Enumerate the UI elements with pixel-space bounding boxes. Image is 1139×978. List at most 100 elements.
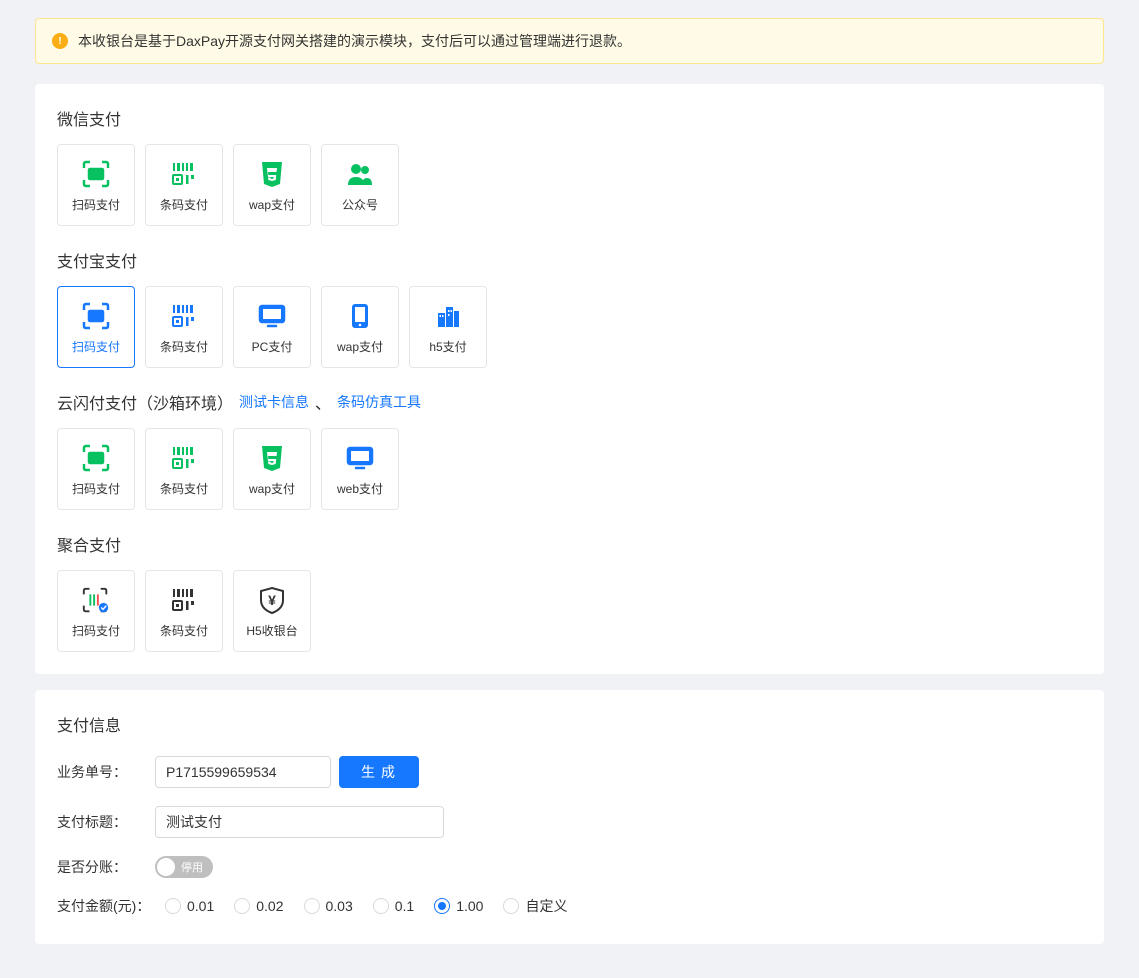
monitor-icon — [257, 301, 287, 331]
payment-info-card: 支付信息 业务单号： 生成 支付标题： 是否分账： 停用 支付金额(元)： 0.… — [35, 690, 1104, 944]
alipay-options: 扫码支付 条码支付 PC支付 wap支付 — [57, 286, 1082, 368]
option-label: 扫码支付 — [72, 341, 120, 353]
separator: 、 — [315, 390, 331, 414]
amount-radio-0[interactable]: 0.01 — [165, 898, 214, 914]
option-label: web支付 — [337, 483, 383, 495]
option-label: PC支付 — [252, 341, 293, 353]
option-label: wap支付 — [249, 199, 295, 211]
order-no-input[interactable] — [155, 756, 331, 788]
alipay-barcode-option[interactable]: 条码支付 — [145, 286, 223, 368]
scan-qr-icon — [81, 443, 111, 473]
option-label: 条码支付 — [160, 625, 208, 637]
unionpay-group-title: 云闪付支付（沙箱环境） 测试卡信息、条码仿真工具 — [57, 390, 1082, 414]
order-no-label: 业务单号： — [57, 762, 147, 782]
amount-label: 支付金额(元)： — [57, 896, 157, 916]
alipay-title-text: 支付宝支付 — [57, 248, 137, 272]
amount-radio-group: 0.01 0.02 0.03 0.1 1.00 自定义 — [165, 896, 567, 916]
svg-text:¥: ¥ — [268, 592, 276, 608]
alert-banner: ! 本收银台是基于DaxPay开源支付网关搭建的演示模块，支付后可以通过管理端进… — [35, 18, 1104, 64]
payment-methods-card: 微信支付 扫码支付 条码支付 wap支付 — [35, 84, 1104, 674]
scan-mixed-icon — [81, 585, 111, 615]
radio-label: 0.03 — [326, 898, 353, 914]
barcode-mono-icon — [169, 585, 199, 615]
barcode-icon — [169, 159, 199, 189]
alipay-pc-option[interactable]: PC支付 — [233, 286, 311, 368]
wechat-title-text: 微信支付 — [57, 106, 121, 130]
aggregate-h5-option[interactable]: ¥ H5收银台 — [233, 570, 311, 652]
radio-circle — [503, 898, 519, 914]
option-label: 扫码支付 — [72, 199, 120, 211]
html5-icon — [257, 159, 287, 189]
radio-circle — [304, 898, 320, 914]
unionpay-wap-option[interactable]: wap支付 — [233, 428, 311, 510]
order-no-row: 业务单号： 生成 — [57, 756, 1082, 788]
payment-info-title: 支付信息 — [57, 712, 1082, 736]
option-label: 公众号 — [342, 199, 378, 211]
mobile-icon — [345, 301, 375, 331]
form-title-text: 支付信息 — [57, 712, 121, 736]
monitor-icon — [345, 443, 375, 473]
aggregate-barcode-option[interactable]: 条码支付 — [145, 570, 223, 652]
unionpay-title-text: 云闪付支付（沙箱环境） — [57, 390, 233, 414]
alipay-scan-option[interactable]: 扫码支付 — [57, 286, 135, 368]
switch-text: 停用 — [181, 859, 203, 875]
pay-title-label: 支付标题： — [57, 812, 147, 832]
pay-title-input[interactable] — [155, 806, 444, 838]
wechat-barcode-option[interactable]: 条码支付 — [145, 144, 223, 226]
option-label: 扫码支付 — [72, 483, 120, 495]
split-row: 是否分账： 停用 — [57, 856, 1082, 878]
barcode-icon — [169, 443, 199, 473]
pay-title-row: 支付标题： — [57, 806, 1082, 838]
unionpay-barcode-option[interactable]: 条码支付 — [145, 428, 223, 510]
radio-label: 0.02 — [256, 898, 283, 914]
amount-row: 支付金额(元)： 0.01 0.02 0.03 0.1 1.00 自定义 — [57, 896, 1082, 916]
split-switch[interactable]: 停用 — [155, 856, 213, 878]
amount-radio-2[interactable]: 0.03 — [304, 898, 353, 914]
option-label: h5支付 — [429, 341, 466, 353]
aggregate-title-text: 聚合支付 — [57, 532, 121, 556]
alipay-wap-option[interactable]: wap支付 — [321, 286, 399, 368]
people-icon — [345, 159, 375, 189]
wechat-wap-option[interactable]: wap支付 — [233, 144, 311, 226]
option-label: 扫码支付 — [72, 625, 120, 637]
radio-circle — [165, 898, 181, 914]
amount-radio-3[interactable]: 0.1 — [373, 898, 414, 914]
aggregate-scan-option[interactable]: 扫码支付 — [57, 570, 135, 652]
barcode-sim-link[interactable]: 条码仿真工具 — [337, 392, 421, 412]
scan-qr-icon — [81, 301, 111, 331]
amount-radio-4[interactable]: 1.00 — [434, 898, 483, 914]
unionpay-options: 扫码支付 条码支付 wap支付 web支付 — [57, 428, 1082, 510]
radio-circle — [434, 898, 450, 914]
radio-label: 0.1 — [395, 898, 414, 914]
wechat-scan-option[interactable]: 扫码支付 — [57, 144, 135, 226]
alipay-group-title: 支付宝支付 — [57, 248, 1082, 272]
unionpay-scan-option[interactable]: 扫码支付 — [57, 428, 135, 510]
html5-icon — [257, 443, 287, 473]
switch-knob — [157, 858, 175, 876]
buildings-icon — [433, 301, 463, 331]
option-label: 条码支付 — [160, 199, 208, 211]
yen-shield-icon: ¥ — [257, 585, 287, 615]
radio-label: 自定义 — [525, 896, 567, 916]
option-label: 条码支付 — [160, 483, 208, 495]
barcode-icon — [169, 301, 199, 331]
alert-text: 本收银台是基于DaxPay开源支付网关搭建的演示模块，支付后可以通过管理端进行退… — [78, 31, 631, 51]
unionpay-web-option[interactable]: web支付 — [321, 428, 399, 510]
amount-radio-5[interactable]: 自定义 — [503, 896, 567, 916]
test-card-link[interactable]: 测试卡信息 — [239, 392, 309, 412]
radio-label: 1.00 — [456, 898, 483, 914]
warning-icon: ! — [52, 33, 68, 49]
alipay-h5-option[interactable]: h5支付 — [409, 286, 487, 368]
aggregate-options: 扫码支付 条码支付 ¥ H5收银台 — [57, 570, 1082, 652]
option-label: H5收银台 — [246, 625, 297, 637]
option-label: wap支付 — [337, 341, 383, 353]
amount-radio-1[interactable]: 0.02 — [234, 898, 283, 914]
wechat-group-title: 微信支付 — [57, 106, 1082, 130]
split-label: 是否分账： — [57, 857, 147, 877]
wechat-public-option[interactable]: 公众号 — [321, 144, 399, 226]
aggregate-group-title: 聚合支付 — [57, 532, 1082, 556]
generate-button[interactable]: 生成 — [339, 756, 419, 788]
wechat-options: 扫码支付 条码支付 wap支付 公众号 — [57, 144, 1082, 226]
option-label: wap支付 — [249, 483, 295, 495]
radio-circle — [373, 898, 389, 914]
